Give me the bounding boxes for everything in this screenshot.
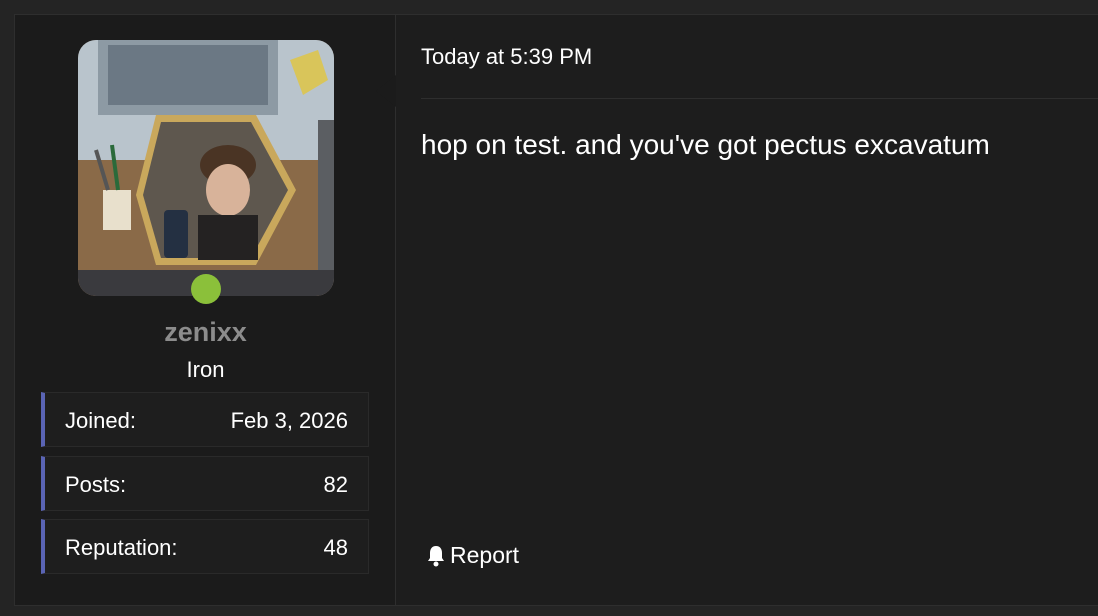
report-label: Report [450, 542, 520, 568]
post-message: hop on test. and you've got pectus excav… [421, 129, 990, 160]
stat-value: 48 [323, 535, 348, 560]
post-content: Today at 5:39 PM hop on test. and you've… [376, 15, 1098, 605]
stat-label: Posts: [65, 472, 127, 497]
user-info-panel: zenixx Iron Joined: Feb 3, 2026 Posts: 8… [15, 15, 396, 605]
username[interactable]: zenixx [15, 317, 396, 348]
online-status-dot [191, 274, 221, 304]
user-rank: Iron [186, 357, 225, 382]
stat-label: Reputation: [65, 535, 178, 560]
stat-reputation: Reputation: 48 [41, 519, 369, 574]
stat-value: Feb 3, 2026 [230, 408, 348, 433]
post-timestamp[interactable]: Today at 5:39 PM [421, 44, 592, 70]
stat-joined: Joined: Feb 3, 2026 [41, 392, 369, 447]
forum-post: zenixx Iron Joined: Feb 3, 2026 Posts: 8… [14, 14, 1098, 606]
bell-icon [428, 545, 444, 566]
avatar[interactable] [78, 40, 334, 296]
report-button[interactable]: Report [426, 542, 519, 569]
stat-label: Joined: [65, 408, 136, 433]
divider [421, 98, 1098, 99]
post-pointer-arrow [376, 75, 396, 107]
stat-value: 82 [323, 472, 348, 497]
stat-posts: Posts: 82 [41, 456, 369, 511]
